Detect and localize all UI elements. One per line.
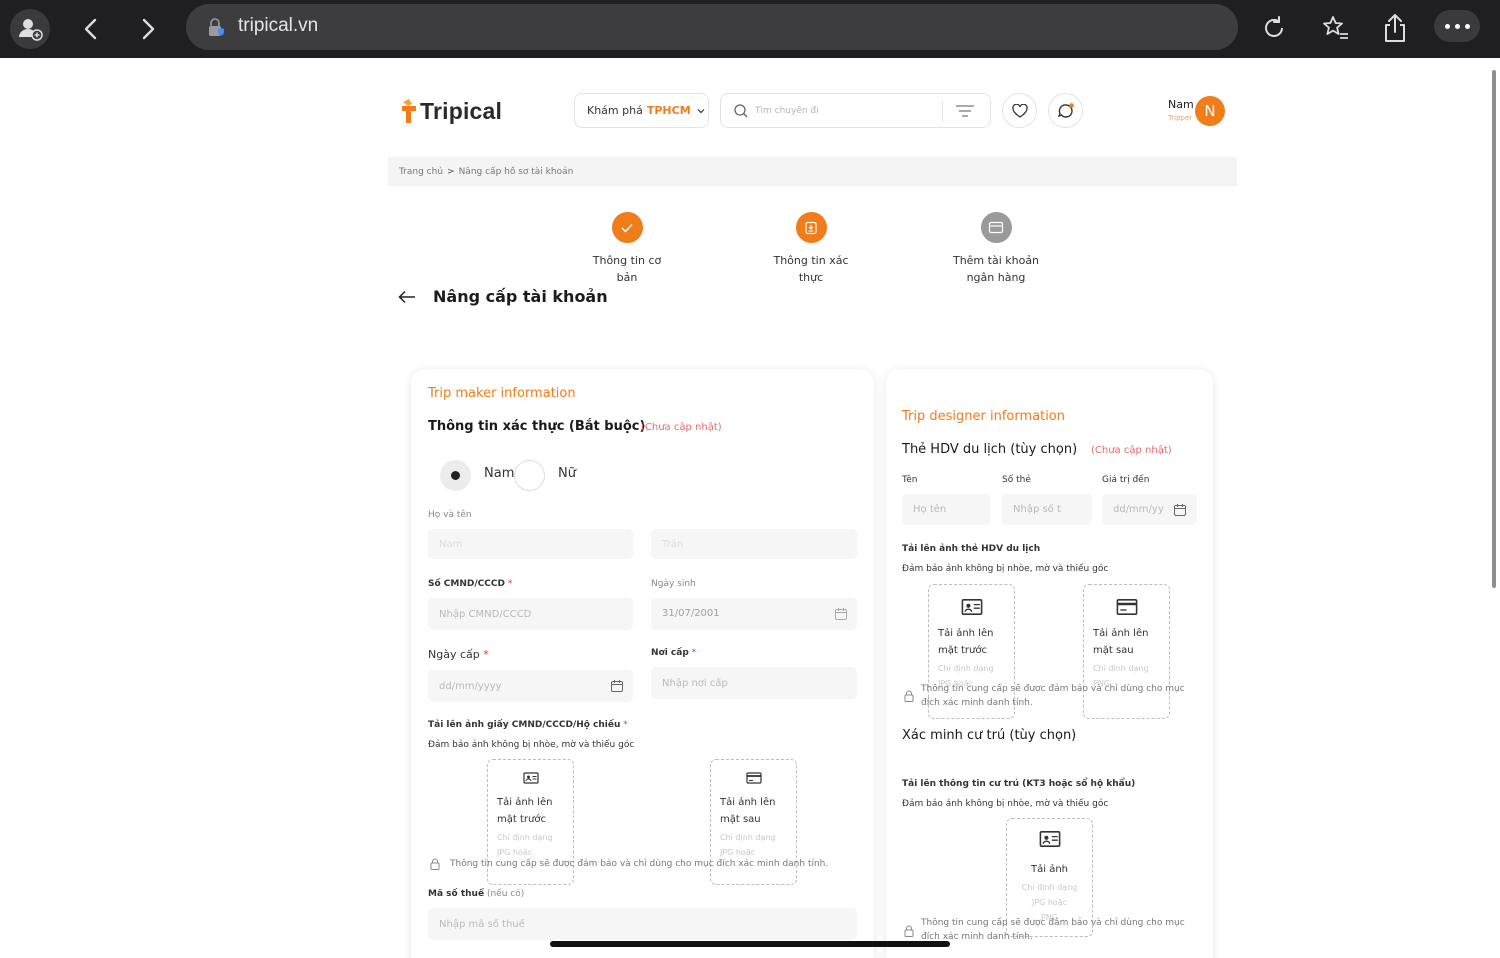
chevron-down-icon xyxy=(697,108,705,113)
explore-label: Khám phá xyxy=(587,104,643,117)
logo-text: Tripical xyxy=(420,97,503,124)
issue-date-input[interactable] xyxy=(428,670,633,702)
step-verification[interactable]: Thông tin xác thực xyxy=(751,212,871,286)
more-button[interactable] xyxy=(1434,10,1480,42)
step-label: Thêm tài khoản xyxy=(952,254,1040,267)
issue-place-label: Nơi cấp * xyxy=(651,648,697,658)
page-title: Nâng cấp tài khoản xyxy=(433,287,608,306)
tax-code-input[interactable] xyxy=(428,908,857,940)
guide-name-input[interactable] xyxy=(902,494,990,525)
logo-mark-icon xyxy=(402,99,416,123)
last-name-input[interactable] xyxy=(651,529,857,559)
lock-icon xyxy=(904,925,914,937)
guide-name-label: Tên xyxy=(902,475,918,485)
dob-label: Ngày sinh xyxy=(651,579,696,589)
messages-button[interactable] xyxy=(1048,93,1083,128)
check-icon xyxy=(621,223,633,233)
calendar-icon[interactable] xyxy=(610,679,624,693)
guide-valid-until-label: Giá trị đến xyxy=(1102,475,1150,485)
id-upload-hint: Đảm bảo ảnh không bị nhòe, mờ và thiếu g… xyxy=(428,740,635,750)
search-input[interactable] xyxy=(755,102,935,120)
search-bar xyxy=(720,93,991,128)
profile-add-icon xyxy=(19,19,43,41)
heart-icon xyxy=(1011,103,1028,118)
id-privacy-note: Thông tin cung cấp sẽ được đảm bảo và ch… xyxy=(450,859,829,869)
guide-card-status: (Chưa cập nhật) xyxy=(1091,445,1172,456)
first-name-input[interactable] xyxy=(428,529,633,559)
search-divider xyxy=(942,100,943,122)
residence-heading: Xác minh cư trú (tùy chọn) xyxy=(902,728,1077,743)
search-icon xyxy=(734,104,748,118)
site-lock-icon xyxy=(209,18,224,36)
avatar[interactable]: N xyxy=(1195,96,1225,126)
credit-card-icon xyxy=(1116,599,1137,615)
gender-male-label: Nam xyxy=(484,466,515,481)
chat-bubble-icon xyxy=(1057,102,1074,118)
explore-city: TPHCM xyxy=(646,104,691,117)
explore-city-dropdown[interactable]: Khám phá TPHCM xyxy=(574,93,709,128)
filter-icon[interactable] xyxy=(955,103,975,119)
step-basic-info[interactable]: Thông tin cơ bản xyxy=(567,212,687,286)
lock-icon xyxy=(904,690,914,702)
id-card-icon xyxy=(1039,831,1060,847)
residence-privacy-note: Thông tin cung cấp sẽ được đảm bảo và ch… xyxy=(921,918,1185,942)
residence-upload-label: Tải lên thông tin cư trú (KT3 hoặc sổ hộ… xyxy=(902,779,1136,789)
verification-status: (Chưa cập nhật) xyxy=(641,422,722,433)
guide-upload-hint: Đảm bảo ảnh không bị nhòe, mờ và thiếu g… xyxy=(902,564,1109,574)
guide-privacy-note: Thông tin cung cấp sẽ được đảm bảo và ch… xyxy=(921,684,1185,708)
guide-card-number-input[interactable] xyxy=(1002,494,1092,525)
issue-date-label: Ngày cấp * xyxy=(428,648,489,661)
step-bank-account[interactable]: Thêm tài khoản ngân hàng xyxy=(936,212,1056,286)
id-card-icon xyxy=(522,772,539,784)
back-arrow-icon[interactable] xyxy=(398,290,416,304)
issue-place-input[interactable] xyxy=(651,667,857,699)
fullname-label: Họ và tên xyxy=(428,510,472,520)
url-text: tripical.vn xyxy=(238,15,319,36)
user-role: Tripper xyxy=(1168,114,1193,122)
gender-male-radio[interactable] xyxy=(440,460,471,491)
back-icon[interactable] xyxy=(76,13,108,45)
gender-female-label: Nữ xyxy=(558,466,576,481)
id-card-icon xyxy=(961,599,982,615)
reload-icon[interactable] xyxy=(1257,11,1291,45)
breadcrumb: Trang chủ > Nâng cấp hồ sơ tài khoản xyxy=(388,157,1237,186)
trip-maker-section-title: Trip maker information xyxy=(428,386,576,401)
calendar-icon[interactable] xyxy=(834,607,848,621)
calendar-icon[interactable] xyxy=(1173,503,1187,517)
forward-icon[interactable] xyxy=(132,13,164,45)
id-upload-label: Tải lên ảnh giấy CMND/CCCD/Hộ chiếu * xyxy=(428,720,628,730)
address-bar[interactable]: tripical.vn xyxy=(186,4,1238,50)
share-icon[interactable] xyxy=(1378,11,1412,45)
home-indicator xyxy=(550,941,950,947)
guide-upload-label: Tải lên ảnh thẻ HDV du lịch xyxy=(902,544,1041,554)
tax-code-label: Mã số thuế (nếu có) xyxy=(428,889,525,899)
favorites-icon[interactable] xyxy=(1318,11,1352,45)
id-upload-icon xyxy=(805,221,817,234)
wishlist-button[interactable] xyxy=(1002,93,1037,128)
breadcrumb-current: Nâng cấp hồ sơ tài khoản xyxy=(458,166,574,177)
gender-female-radio[interactable] xyxy=(514,460,545,491)
dob-input[interactable]: 31/07/2001 xyxy=(651,598,857,630)
trip-designer-section-title: Trip designer information xyxy=(902,409,1066,424)
step-label: Thông tin xác xyxy=(773,254,849,267)
credit-card-icon xyxy=(745,772,762,784)
id-number-input[interactable] xyxy=(428,598,633,630)
browser-toolbar: tripical.vn xyxy=(0,0,1500,58)
step-label: Thông tin cơ xyxy=(592,254,662,267)
verification-heading: Thông tin xác thực (Bắt buộc) xyxy=(428,419,646,434)
guide-card-number-label: Số thẻ xyxy=(1002,475,1031,485)
page-scrollbar[interactable] xyxy=(1492,70,1496,588)
id-number-label: Số CMND/CCCD * xyxy=(428,579,513,589)
more-icon xyxy=(1445,24,1450,29)
guide-card-heading: Thẻ HDV du lịch (tùy chọn) xyxy=(902,442,1078,457)
residence-upload-hint: Đảm bảo ảnh không bị nhòe, mờ và thiếu g… xyxy=(902,799,1109,809)
tripical-logo[interactable]: Tripical xyxy=(400,94,502,128)
bank-card-icon xyxy=(988,221,1004,234)
breadcrumb-separator: > xyxy=(447,166,455,177)
lock-icon xyxy=(430,858,440,870)
breadcrumb-home[interactable]: Trang chủ xyxy=(399,167,443,177)
user-name[interactable]: Nam xyxy=(1168,98,1194,111)
profile-add-button[interactable] xyxy=(10,9,50,49)
